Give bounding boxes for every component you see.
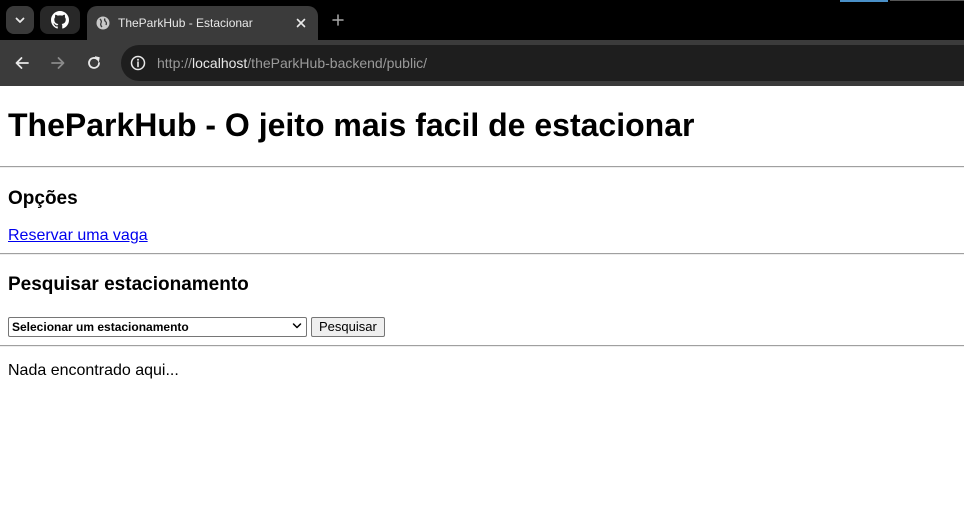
divider <box>0 166 964 168</box>
address-bar[interactable]: http://localhost/theParkHub-backend/publ… <box>121 45 964 81</box>
divider <box>0 253 964 255</box>
close-icon <box>296 18 306 28</box>
tab-search-button[interactable] <box>6 6 34 34</box>
tab-title: TheParkHub - Estacionar <box>118 16 253 30</box>
reload-button[interactable] <box>84 53 104 73</box>
parking-select-value: Selecionar um estacionamento <box>12 320 189 334</box>
reload-icon <box>88 56 100 69</box>
window-accent-line <box>890 0 964 1</box>
url-path: /theParkHub-backend/public/ <box>247 55 428 71</box>
search-heading: Pesquisar estacionamento <box>8 274 249 295</box>
url-scheme: http:// <box>157 55 193 71</box>
browser-toolbar: http://localhost/theParkHub-backend/publ… <box>0 40 964 86</box>
close-tab-button[interactable] <box>293 15 309 31</box>
reserve-spot-link[interactable]: Reservar uma vaga <box>8 227 148 244</box>
options-links: Reservar uma vaga <box>8 227 964 245</box>
back-button[interactable] <box>12 53 32 73</box>
url-text: http://localhost/theParkHub-backend/publ… <box>157 55 427 71</box>
active-tab[interactable]: TheParkHub - Estacionar <box>87 6 318 40</box>
parking-select[interactable]: Selecionar um estacionamento <box>8 317 307 337</box>
chevron-down-icon <box>292 323 302 329</box>
arrow-right-icon <box>51 57 65 69</box>
search-form: Selecionar um estacionamento Pesquisar <box>8 317 964 337</box>
arrow-left-icon <box>15 57 29 69</box>
plus-icon <box>332 14 344 26</box>
page-title: TheParkHub - O jeito mais facil de estac… <box>8 107 695 143</box>
options-heading: Opções <box>8 188 78 209</box>
window-accent <box>840 0 888 2</box>
github-extension-button[interactable] <box>40 6 80 34</box>
site-info-button[interactable] <box>129 54 147 72</box>
browser-tabstrip: TheParkHub - Estacionar <box>0 0 964 40</box>
chevron-down-icon <box>15 17 25 23</box>
github-icon <box>51 11 69 29</box>
url-host: localhost <box>192 55 248 71</box>
new-tab-button[interactable] <box>330 12 346 28</box>
empty-results-message: Nada encontrado aqui... <box>8 362 179 379</box>
search-button[interactable]: Pesquisar <box>311 317 385 337</box>
globe-icon <box>96 16 110 30</box>
divider <box>0 345 964 347</box>
page-content: TheParkHub - O jeito mais facil de estac… <box>0 86 964 380</box>
forward-button[interactable] <box>48 53 68 73</box>
info-icon <box>130 55 146 71</box>
